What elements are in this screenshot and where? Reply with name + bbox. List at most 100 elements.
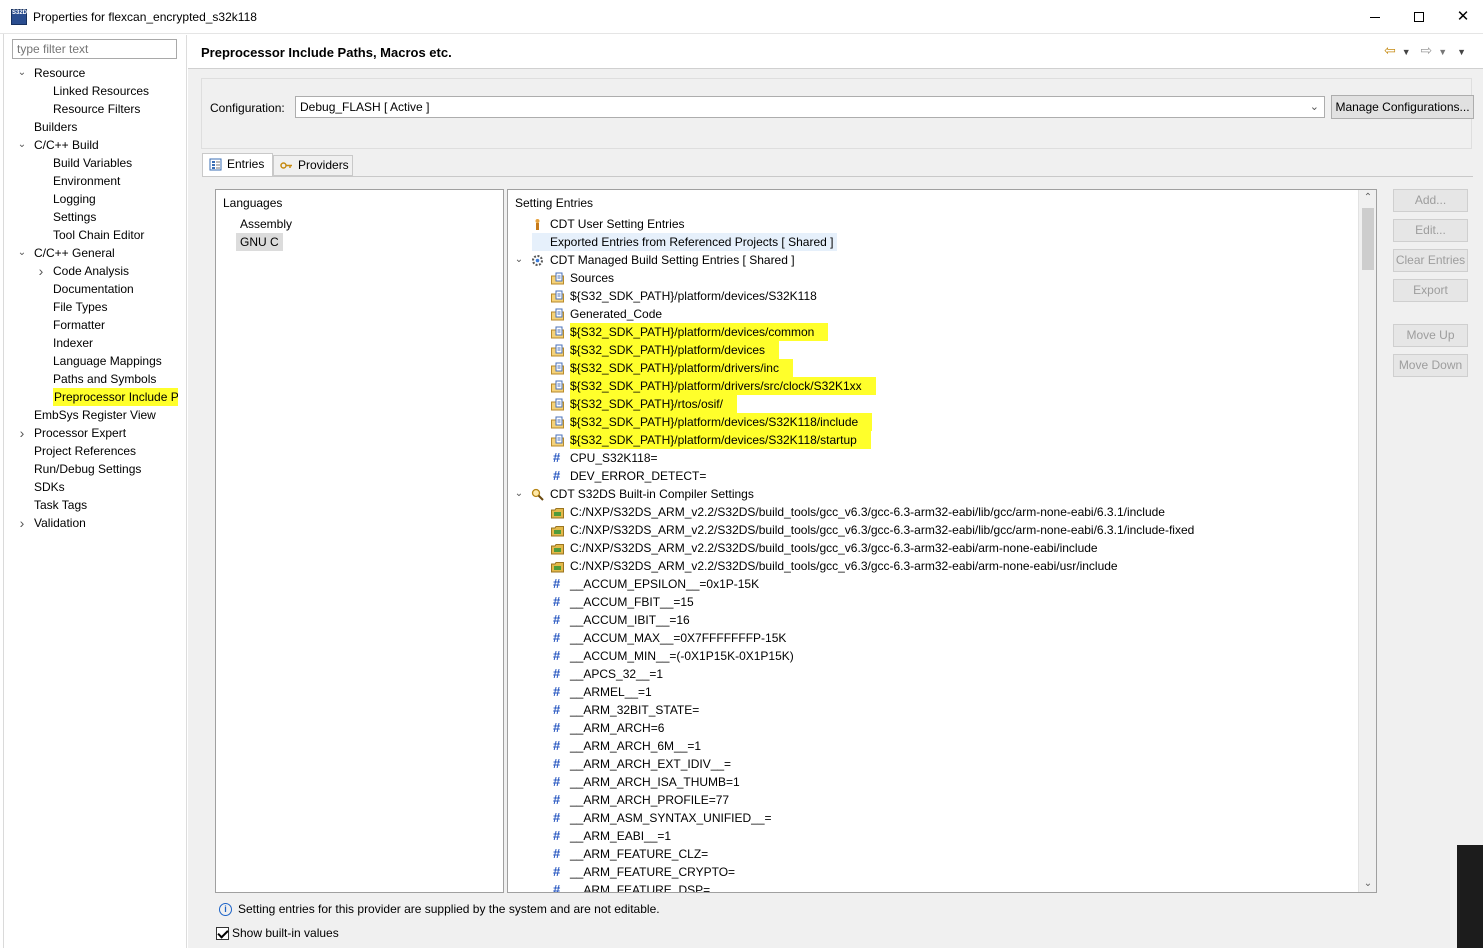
tree-item[interactable]: Run/Debug Settings	[4, 460, 187, 478]
filter-input[interactable]	[12, 39, 177, 59]
tab-entries[interactable]: Entries	[202, 153, 273, 177]
back-menu-icon[interactable]: ▼	[1402, 47, 1411, 57]
tree-item[interactable]: › Processor Expert	[4, 424, 187, 442]
tab-providers[interactable]: Providers	[273, 155, 353, 176]
tree-item[interactable]: ⌄ Resource	[4, 64, 187, 82]
setting-entry-row[interactable]: # __ARM_ARCH_EXT_IDIV__=	[508, 755, 1358, 773]
setting-entry-row[interactable]: # __ACCUM_MIN__=(-0X1P15K-0X1P15K)	[508, 647, 1358, 665]
minimize-button[interactable]	[1352, 0, 1398, 33]
language-item-assembly[interactable]: Assembly	[240, 215, 292, 233]
setting-entry-row[interactable]: # __ARM_ARCH_PROFILE=77	[508, 791, 1358, 809]
close-button[interactable]: ✕	[1440, 0, 1483, 33]
clear-entries-button[interactable]: Clear Entries	[1393, 249, 1468, 272]
setting-entry-row[interactable]: # __ARM_FEATURE_DSP=	[508, 881, 1358, 892]
tree-item[interactable]: Build Variables	[4, 154, 187, 172]
tree-item[interactable]: Project References	[4, 442, 187, 460]
tree-item[interactable]: ⌄ C/C++ Build	[4, 136, 187, 154]
setting-entry-row[interactable]: # __ARM_FEATURE_CLZ=	[508, 845, 1358, 863]
tree-item[interactable]: File Types	[4, 298, 187, 316]
setting-entry-row[interactable]: C:/NXP/S32DS_ARM_v2.2/S32DS/build_tools/…	[508, 521, 1358, 539]
tree-item[interactable]: Linked Resources	[4, 82, 187, 100]
setting-entry-row[interactable]: # __ACCUM_FBIT__=15	[508, 593, 1358, 611]
manage-configurations-button[interactable]: Manage Configurations...	[1331, 95, 1474, 119]
tree-item[interactable]: SDKs	[4, 478, 187, 496]
setting-entry-row[interactable]: ${S32_SDK_PATH}/platform/drivers/src/clo…	[508, 377, 1358, 395]
chevron-down-icon[interactable]: ⌄	[17, 136, 27, 154]
export-button[interactable]: Export	[1393, 279, 1468, 302]
setting-entry-row[interactable]: # CPU_S32K118=	[508, 449, 1358, 467]
tree-item[interactable]: Task Tags	[4, 496, 187, 514]
setting-entry-row[interactable]: ${S32_SDK_PATH}/rtos/osif/	[508, 395, 1358, 413]
tree-item[interactable]: Formatter	[4, 316, 187, 334]
scroll-down-icon[interactable]: ⌄	[1359, 876, 1376, 892]
scroll-up-icon[interactable]: ⌃	[1359, 190, 1376, 206]
move-up-button[interactable]: Move Up	[1393, 324, 1468, 347]
setting-entry-row[interactable]: CDT User Setting Entries	[508, 215, 1358, 233]
show-builtin-values-checkbox[interactable]: Show built-in values	[216, 926, 339, 941]
checkbox-checked-icon[interactable]	[216, 927, 229, 941]
chevron-right-icon[interactable]: ›	[36, 262, 46, 280]
setting-entry-row[interactable]: C:/NXP/S32DS_ARM_v2.2/S32DS/build_tools/…	[508, 539, 1358, 557]
maximize-button[interactable]	[1396, 0, 1442, 33]
tree-item[interactable]: Preprocessor Include Pa	[4, 388, 187, 406]
setting-entry-row[interactable]: # __ARM_ARCH_6M__=1	[508, 737, 1358, 755]
setting-entry-row[interactable]: ${S32_SDK_PATH}/platform/drivers/inc	[508, 359, 1358, 377]
language-item-gnu-c[interactable]: GNU C	[236, 233, 283, 251]
setting-entry-row[interactable]: Exported Entries from Referenced Project…	[508, 233, 1358, 251]
setting-entry-row[interactable]: C:/NXP/S32DS_ARM_v2.2/S32DS/build_tools/…	[508, 503, 1358, 521]
configuration-select[interactable]: Debug_FLASH [ Active ] ⌄	[295, 96, 1325, 118]
tree-item[interactable]: Language Mappings	[4, 352, 187, 370]
vertical-scrollbar[interactable]: ⌃ ⌄	[1358, 190, 1376, 892]
chevron-down-icon[interactable]: ⌄	[17, 244, 27, 262]
setting-entry-row[interactable]: ⌄ CDT Managed Build Setting Entries [ Sha…	[508, 251, 1358, 269]
chevron-right-icon[interactable]: ›	[17, 514, 27, 532]
view-menu-icon[interactable]: ▼	[1457, 47, 1466, 57]
setting-entry-row[interactable]: # __APCS_32__=1	[508, 665, 1358, 683]
tree-item[interactable]: Tool Chain Editor	[4, 226, 187, 244]
tree-item[interactable]: › Validation	[4, 514, 187, 532]
forward-arrow-icon[interactable]: ⇨	[1421, 42, 1433, 58]
chevron-right-icon[interactable]: ›	[17, 424, 27, 442]
setting-entry-row[interactable]: # __ARMEL__=1	[508, 683, 1358, 701]
setting-entry-row[interactable]: # __ARM_32BIT_STATE=	[508, 701, 1358, 719]
tree-item[interactable]: EmbSys Register View	[4, 406, 187, 424]
tree-item[interactable]: Builders	[4, 118, 187, 136]
setting-entry-row[interactable]: ${S32_SDK_PATH}/platform/devices/common	[508, 323, 1358, 341]
setting-entry-row[interactable]: # __ACCUM_EPSILON__=0x1P-15K	[508, 575, 1358, 593]
back-arrow-icon[interactable]: ⇦	[1384, 42, 1396, 58]
setting-entry-row[interactable]: ${S32_SDK_PATH}/platform/devices/S32K118	[508, 287, 1358, 305]
setting-entry-row[interactable]: # __ARM_FEATURE_CRYPTO=	[508, 863, 1358, 881]
setting-entry-row[interactable]: Generated_Code	[508, 305, 1358, 323]
setting-entry-row[interactable]: # __ACCUM_MAX__=0X7FFFFFFFP-15K	[508, 629, 1358, 647]
setting-entry-row[interactable]: ${S32_SDK_PATH}/platform/devices/S32K118…	[508, 431, 1358, 449]
setting-entry-row[interactable]: # __ARM_ARCH_ISA_THUMB=1	[508, 773, 1358, 791]
tree-item[interactable]: Settings	[4, 208, 187, 226]
chevron-down-icon[interactable]: ⌄	[514, 251, 524, 269]
edit-button[interactable]: Edit...	[1393, 219, 1468, 242]
tree-item[interactable]: Environment	[4, 172, 187, 190]
setting-entry-row[interactable]: # __ARM_ARCH=6	[508, 719, 1358, 737]
tree-item[interactable]: Logging	[4, 190, 187, 208]
setting-entry-row[interactable]: Sources	[508, 269, 1358, 287]
tree-item[interactable]: Indexer	[4, 334, 187, 352]
setting-entry-row[interactable]: # __ACCUM_IBIT__=16	[508, 611, 1358, 629]
setting-entry-row[interactable]: # __ARM_EABI__=1	[508, 827, 1358, 845]
tree-item[interactable]: Paths and Symbols	[4, 370, 187, 388]
setting-entry-row[interactable]: # DEV_ERROR_DETECT=	[508, 467, 1358, 485]
setting-entry-row[interactable]: ${S32_SDK_PATH}/platform/devices/S32K118…	[508, 413, 1358, 431]
tree-item[interactable]: Resource Filters	[4, 100, 187, 118]
forward-menu-icon[interactable]: ▼	[1438, 47, 1447, 57]
chevron-down-icon[interactable]: ⌄	[17, 64, 27, 82]
setting-entry-row[interactable]: ⌄ CDT S32DS Built-in Compiler Settings	[508, 485, 1358, 503]
tree-item[interactable]: ⌄ C/C++ General	[4, 244, 187, 262]
setting-entries-tree[interactable]: Setting Entries CDT User Setting Entries…	[507, 189, 1377, 893]
add-button[interactable]: Add...	[1393, 189, 1468, 212]
tree-item[interactable]: › Code Analysis	[4, 262, 187, 280]
scroll-thumb[interactable]	[1362, 208, 1374, 270]
tree-item[interactable]: Documentation	[4, 280, 187, 298]
move-down-button[interactable]: Move Down	[1393, 354, 1468, 377]
setting-entry-row[interactable]: # __ARM_ASM_SYNTAX_UNIFIED__=	[508, 809, 1358, 827]
setting-entry-row[interactable]: ${S32_SDK_PATH}/platform/devices	[508, 341, 1358, 359]
chevron-down-icon[interactable]: ⌄	[514, 485, 524, 503]
setting-entry-row[interactable]: C:/NXP/S32DS_ARM_v2.2/S32DS/build_tools/…	[508, 557, 1358, 575]
